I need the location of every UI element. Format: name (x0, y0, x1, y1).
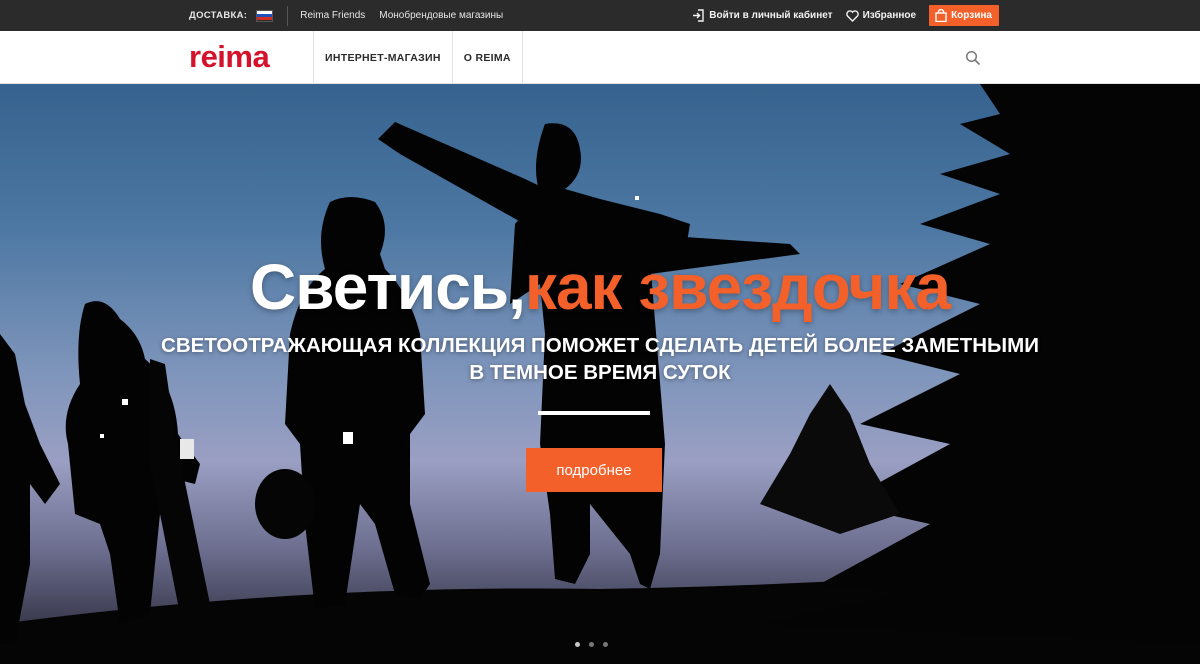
cart-label: Корзина (951, 10, 992, 21)
delivery-label: ДОСТАВКА: (189, 10, 248, 21)
nav-item-online-store[interactable]: ИНТЕРНЕТ-МАГАЗИН (313, 31, 452, 84)
login-link[interactable]: Войти в личный кабинет (692, 9, 833, 22)
cart-button[interactable]: Корзина (929, 5, 999, 26)
flag-russia-icon[interactable] (256, 9, 274, 22)
login-label: Войти в личный кабинет (709, 10, 833, 21)
login-icon (693, 9, 704, 22)
favorites-link[interactable]: Избранное (845, 9, 917, 22)
slide-dot-2[interactable] (589, 642, 594, 647)
hero-title-white: Светись, (250, 251, 526, 323)
main-nav: reima ИНТЕРНЕТ-МАГАЗИН О REIMA (0, 31, 1200, 84)
delivery-selector[interactable]: ДОСТАВКА: (189, 9, 274, 22)
hero-subtitle: Светоотражающая коллекция поможет сделат… (161, 334, 1039, 384)
hero-banner: Светись,как звездочка Светоотражающая ко… (0, 84, 1200, 664)
hero-title-accent: как звездочка (524, 251, 951, 323)
nav-menu: ИНТЕРНЕТ-МАГАЗИН О REIMA (313, 31, 523, 84)
more-button[interactable]: подробнее (526, 448, 662, 492)
hero-title: Светись,как звездочка (0, 250, 1200, 324)
divider (287, 5, 289, 26)
slider-pagination (575, 642, 617, 647)
search-icon[interactable] (965, 50, 981, 66)
favorites-label: Избранное (862, 10, 917, 21)
heart-icon (845, 9, 859, 22)
brand-stores-link[interactable]: Монобрендовые магазины (379, 10, 503, 21)
hero-divider (538, 411, 650, 415)
reima-logo[interactable]: reima (189, 41, 270, 72)
nav-item-about-reima[interactable]: О REIMA (451, 31, 523, 84)
bag-icon (935, 9, 947, 22)
slide-dot-1[interactable] (575, 642, 580, 647)
reima-friends-link[interactable]: Reima Friends (300, 10, 365, 21)
slide-dot-3[interactable] (603, 642, 608, 647)
top-bar: ДОСТАВКА: Reima Friends Монобрендовые ма… (0, 0, 1200, 31)
